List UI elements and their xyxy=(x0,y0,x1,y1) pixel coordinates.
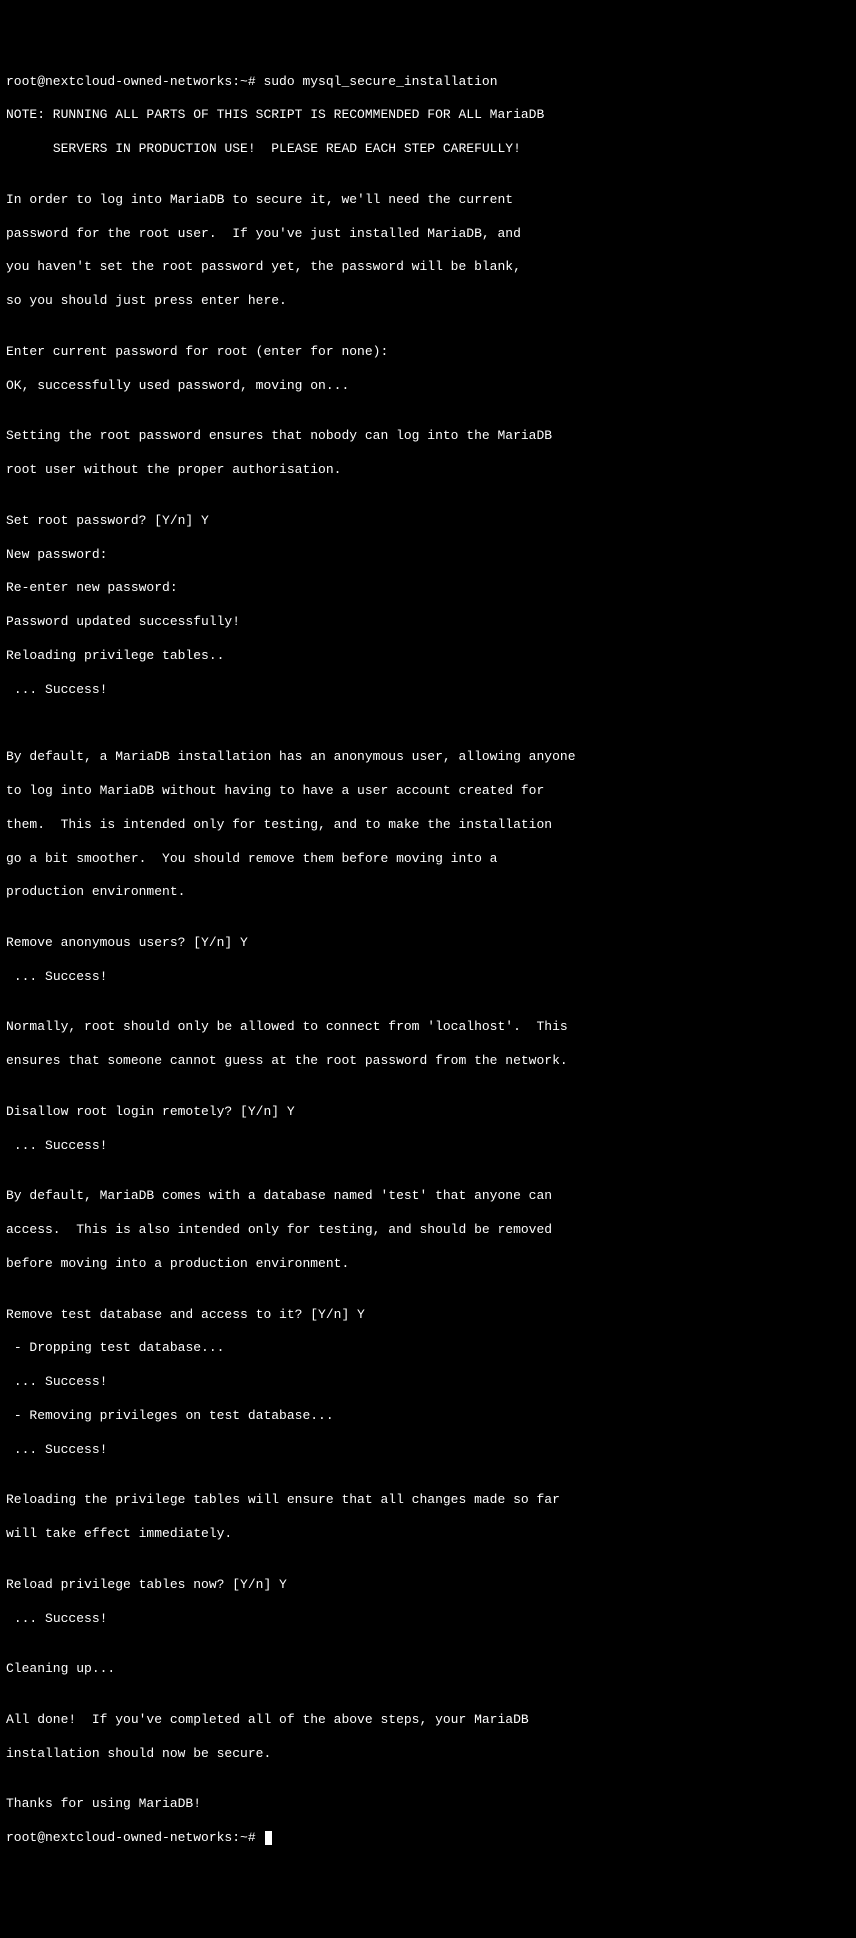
output-line: Setting the root password ensures that n… xyxy=(6,428,850,445)
output-line: Remove anonymous users? [Y/n] Y xyxy=(6,935,850,952)
output-line: them. This is intended only for testing,… xyxy=(6,817,850,834)
output-line: before moving into a production environm… xyxy=(6,1256,850,1273)
output-line: root user without the proper authorisati… xyxy=(6,462,850,479)
output-line: ... Success! xyxy=(6,1442,850,1459)
terminal-output[interactable]: root@nextcloud-owned-networks:~# sudo my… xyxy=(6,74,850,1848)
output-line: By default, MariaDB comes with a databas… xyxy=(6,1188,850,1205)
output-line: to log into MariaDB without having to ha… xyxy=(6,783,850,800)
output-line: - Removing privileges on test database..… xyxy=(6,1408,850,1425)
output-line: Disallow root login remotely? [Y/n] Y xyxy=(6,1104,850,1121)
output-line: Reloading the privilege tables will ensu… xyxy=(6,1492,850,1509)
command-text: sudo mysql_secure_installation xyxy=(263,74,497,89)
output-line: SERVERS IN PRODUCTION USE! PLEASE READ E… xyxy=(6,141,850,158)
output-line: Reloading privilege tables.. xyxy=(6,648,850,665)
output-line: you haven't set the root password yet, t… xyxy=(6,259,850,276)
output-line: Remove test database and access to it? [… xyxy=(6,1307,850,1324)
output-line: Re-enter new password: xyxy=(6,580,850,597)
output-line: ... Success! xyxy=(6,682,850,699)
output-line: Reload privilege tables now? [Y/n] Y xyxy=(6,1577,850,1594)
command-output: NOTE: RUNNING ALL PARTS OF THIS SCRIPT I… xyxy=(6,107,850,1813)
output-line: - Dropping test database... xyxy=(6,1340,850,1357)
output-line: production environment. xyxy=(6,884,850,901)
output-line: ... Success! xyxy=(6,1611,850,1628)
output-line: will take effect immediately. xyxy=(6,1526,850,1543)
output-line: NOTE: RUNNING ALL PARTS OF THIS SCRIPT I… xyxy=(6,107,850,124)
output-line: Cleaning up... xyxy=(6,1661,850,1678)
shell-prompt: root@nextcloud-owned-networks:~# xyxy=(6,74,263,89)
cursor-icon xyxy=(265,1831,272,1845)
output-line: access. This is also intended only for t… xyxy=(6,1222,850,1239)
output-line: ensures that someone cannot guess at the… xyxy=(6,1053,850,1070)
output-line: In order to log into MariaDB to secure i… xyxy=(6,192,850,209)
shell-prompt: root@nextcloud-owned-networks:~# xyxy=(6,1830,263,1845)
output-line: OK, successfully used password, moving o… xyxy=(6,378,850,395)
output-line: Normally, root should only be allowed to… xyxy=(6,1019,850,1036)
output-line: Enter current password for root (enter f… xyxy=(6,344,850,361)
output-line: installation should now be secure. xyxy=(6,1746,850,1763)
output-line: password for the root user. If you've ju… xyxy=(6,226,850,243)
output-line: All done! If you've completed all of the… xyxy=(6,1712,850,1729)
output-line: so you should just press enter here. xyxy=(6,293,850,310)
output-line: Password updated successfully! xyxy=(6,614,850,631)
output-line: ... Success! xyxy=(6,969,850,986)
output-line: Thanks for using MariaDB! xyxy=(6,1796,850,1813)
output-line: go a bit smoother. You should remove the… xyxy=(6,851,850,868)
output-line: ... Success! xyxy=(6,1138,850,1155)
output-line: Set root password? [Y/n] Y xyxy=(6,513,850,530)
output-line: New password: xyxy=(6,547,850,564)
output-line: By default, a MariaDB installation has a… xyxy=(6,749,850,766)
output-line: ... Success! xyxy=(6,1374,850,1391)
